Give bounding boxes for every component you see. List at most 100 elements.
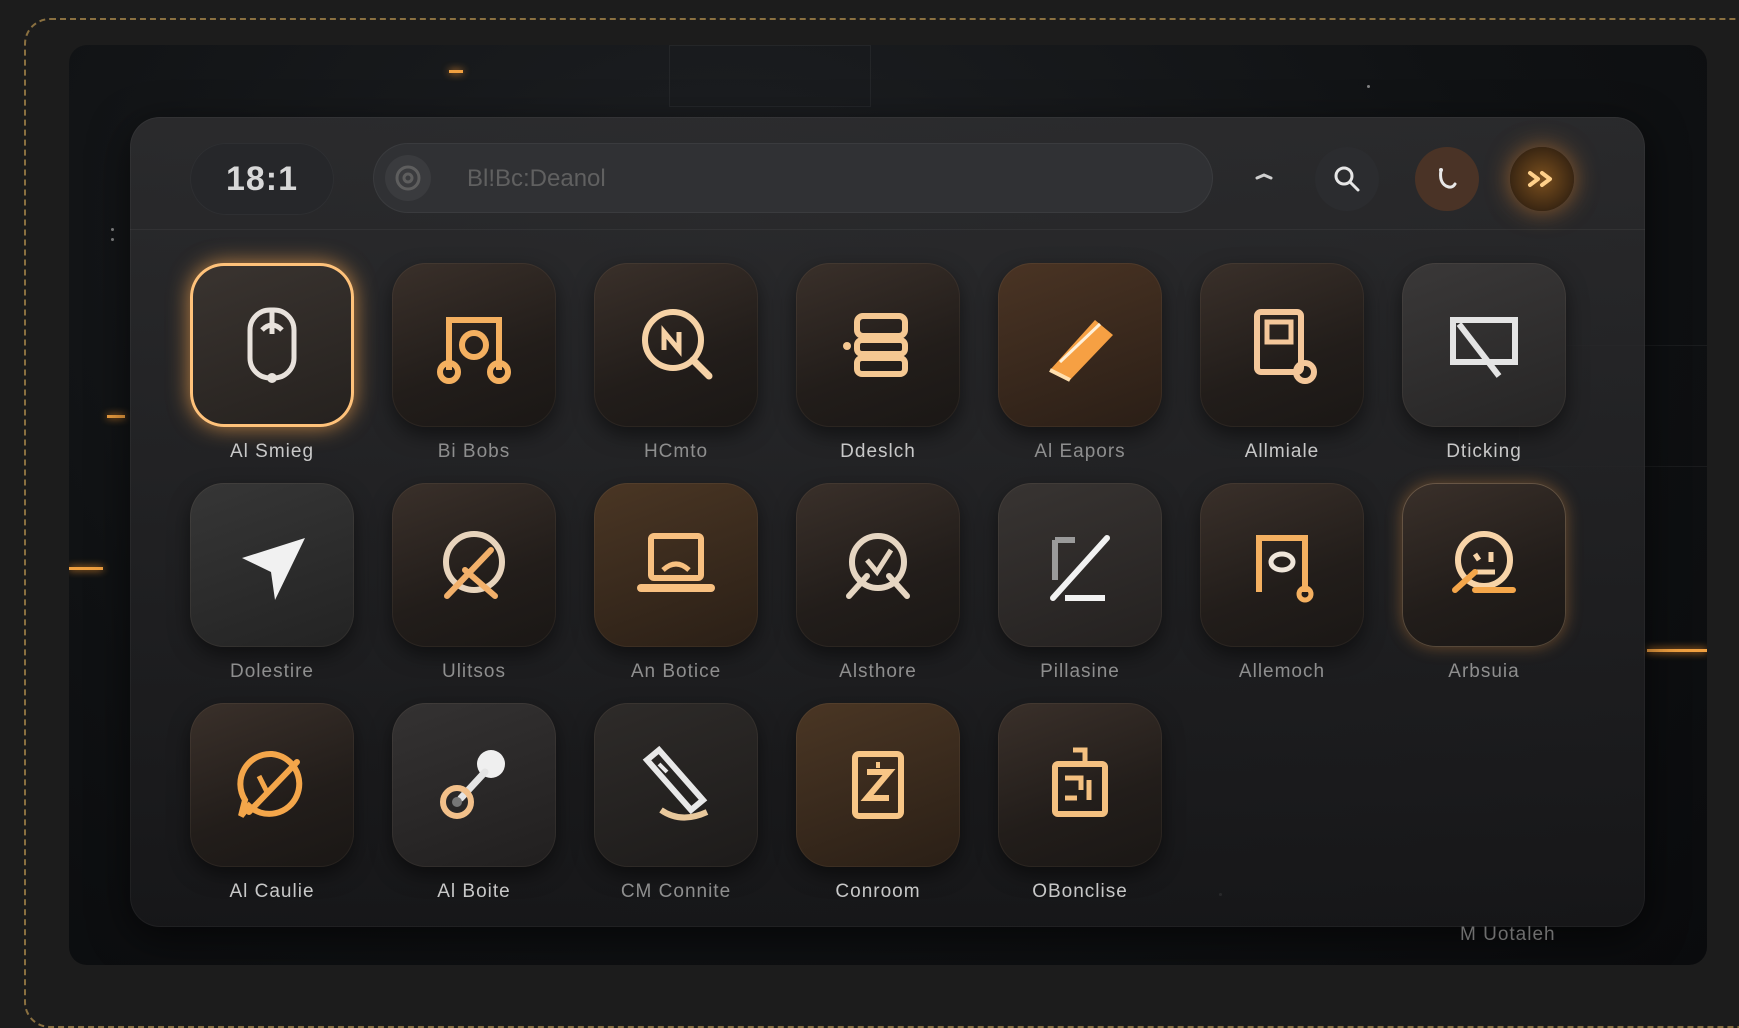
app-label: Pillasine: [1040, 661, 1120, 682]
call-button[interactable]: [1415, 147, 1479, 211]
app-tile[interactable]: Al Eapors: [998, 263, 1166, 463]
chat-slash-icon: [237, 750, 303, 818]
double-chevron-icon: [1528, 171, 1552, 187]
app-label: Ddeslch: [840, 441, 916, 462]
bg-glow-line: [449, 70, 463, 73]
no-tools-icon: [443, 531, 505, 599]
minus-icon: [1255, 173, 1273, 180]
app-tile[interactable]: Al Caulie: [190, 703, 358, 903]
launcher-panel: 18:1 Al S: [130, 117, 1645, 945]
laptop-icon: [637, 533, 715, 592]
app-icon-box[interactable]: [1200, 483, 1364, 647]
circuit-icon: [1052, 747, 1108, 817]
bg-glow-line: [107, 415, 125, 418]
app-label: An Botice: [630, 661, 722, 682]
app-tile[interactable]: Al Boite: [392, 703, 560, 903]
pen-icon: [1049, 320, 1113, 382]
app-label: OBonclise: [1032, 881, 1128, 902]
app-tile[interactable]: An Botice: [594, 483, 762, 683]
app-icon-box[interactable]: [594, 263, 758, 427]
bg-dot: [1367, 85, 1370, 88]
minimize-button[interactable]: [1232, 147, 1296, 211]
app-icon-box[interactable]: [1200, 263, 1364, 427]
app-tile[interactable]: Bi Bobs: [392, 263, 560, 463]
app-label: Al Boite: [437, 881, 511, 902]
app-icon-box[interactable]: [190, 263, 354, 427]
app-tile[interactable]: HCmto: [594, 263, 762, 463]
search-icon: [1334, 166, 1360, 192]
bg-grid: [669, 45, 871, 107]
app-tile[interactable]: OBonclise: [998, 703, 1166, 903]
app-label: Allemoch: [1238, 661, 1326, 682]
music-note-icon: [437, 317, 511, 384]
crop-slash-icon: [1050, 535, 1110, 601]
app-icon-box[interactable]: [190, 703, 354, 867]
search-button[interactable]: [1315, 147, 1379, 211]
app-icon-box[interactable]: [594, 703, 758, 867]
music-note-icon: [1256, 535, 1314, 603]
app-icon-box[interactable]: [392, 263, 556, 427]
app-label: Arbsuia: [1448, 661, 1520, 682]
app-tile[interactable]: Dticking: [1402, 263, 1570, 463]
app-tile[interactable]: Allemoch: [1200, 483, 1368, 683]
app-icon-box[interactable]: [1402, 263, 1566, 427]
app-icon-box[interactable]: [190, 483, 354, 647]
app-icon-box[interactable]: [392, 483, 556, 647]
bg-glow-line: [69, 567, 103, 570]
app-tile[interactable]: Dolestire: [190, 483, 358, 683]
voice-icon[interactable]: [385, 155, 431, 201]
app-tile[interactable]: Ddeslch: [796, 263, 964, 463]
app-icon-box[interactable]: [1402, 483, 1566, 647]
app-label: Dticking: [1446, 441, 1522, 462]
top-bar: 18:1: [130, 117, 1645, 230]
bg-dot: [111, 238, 114, 241]
face-slash-icon: [1452, 531, 1516, 593]
app-tile[interactable]: CM Connite: [594, 703, 762, 903]
footer-label: M Uotaleh: [1460, 924, 1556, 945]
joystick-icon: [440, 750, 505, 819]
app-label: Dolestire: [230, 661, 314, 682]
app-label: Conroom: [835, 881, 921, 902]
app-label: Al Eapors: [1034, 441, 1126, 462]
navigation-arrow-icon: [242, 538, 305, 600]
phone-icon: [1439, 168, 1457, 189]
app-icon-box[interactable]: [392, 703, 556, 867]
pencil-tool-icon: [642, 745, 709, 821]
stack-icon: [843, 313, 908, 377]
app-label: HCmto: [643, 441, 709, 462]
app-label: Bi Bobs: [437, 441, 511, 462]
screen-slash-icon: [1450, 317, 1518, 378]
z-document-icon: [852, 751, 904, 819]
bg-dot: [111, 228, 114, 231]
app-icon-box[interactable]: [594, 483, 758, 647]
app-tile[interactable]: Al Smieg: [190, 263, 358, 463]
app-tile[interactable]: Arbsuia: [1402, 483, 1570, 683]
app-tile[interactable]: Pillasine: [998, 483, 1166, 683]
app-icon-box[interactable]: [796, 703, 960, 867]
app-tile[interactable]: Conroom: [796, 703, 964, 903]
app-label: Al Smieg: [229, 441, 315, 462]
app-label: CM Connite: [620, 881, 732, 902]
app-icon-box[interactable]: [796, 263, 960, 427]
app-tile[interactable]: Allmiale: [1200, 263, 1368, 463]
screen: 18:1 Al S: [69, 45, 1707, 965]
app-icon-box[interactable]: [998, 263, 1162, 427]
clock: 18:1: [190, 143, 334, 215]
forward-button[interactable]: [1510, 147, 1574, 211]
magnifier-icon: [642, 309, 713, 380]
app-icon-box[interactable]: [998, 703, 1162, 867]
mouse-icon: [247, 307, 297, 383]
app-tile[interactable]: Ulitsos: [392, 483, 560, 683]
app-icon-box[interactable]: [796, 483, 960, 647]
app-icon-box[interactable]: [998, 483, 1162, 647]
app-label: Al Caulie: [229, 881, 315, 902]
app-label: Allmiale: [1244, 441, 1320, 462]
search-bar[interactable]: [373, 143, 1213, 215]
bg-glow-line: [1647, 649, 1707, 652]
badge-check-icon: [846, 533, 910, 599]
search-input[interactable]: [465, 143, 1169, 215]
app-label: Ulitsos: [441, 661, 506, 682]
document-gear-icon: [1254, 309, 1317, 384]
app-tile[interactable]: Alsthore: [796, 483, 964, 683]
app-label: Alsthore: [839, 661, 917, 682]
